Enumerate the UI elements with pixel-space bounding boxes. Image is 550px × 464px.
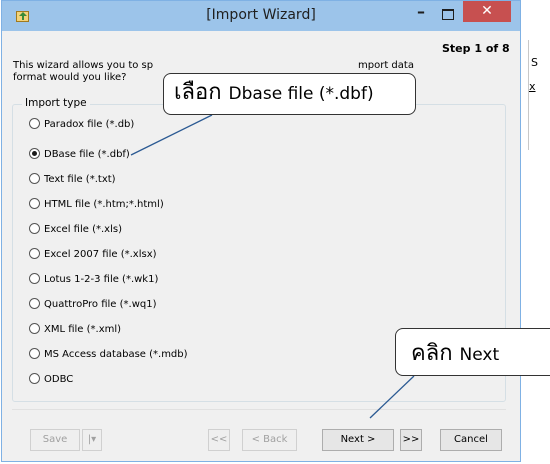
option-excel-2007[interactable]: Excel 2007 file (*.xlsx) (29, 247, 157, 263)
intro-line-1: This wizard allows you to sp (13, 60, 154, 71)
option-label: Excel 2007 file (*.xlsx) (44, 249, 157, 260)
close-button[interactable]: ✕ (463, 1, 511, 22)
step-indicator: Step 1 of 8 (442, 42, 510, 55)
option-label: HTML file (*.htm;*.html) (44, 199, 164, 210)
import-type-label: Import type (22, 97, 90, 109)
callout-select-dbase: เลือก Dbase file (*.dbf) (163, 73, 416, 115)
callout-select-thai: เลือก (174, 80, 222, 105)
option-paradox[interactable]: Paradox file (*.db) (29, 117, 134, 133)
option-label: DBase file (*.dbf) (44, 149, 130, 160)
option-xml[interactable]: XML file (*.xml) (29, 322, 121, 338)
option-label: MS Access database (*.mdb) (44, 349, 188, 360)
background-window-text-x: x (529, 80, 536, 93)
option-quattropro[interactable]: QuattroPro file (*.wq1) (29, 297, 157, 313)
button-separator (12, 409, 506, 410)
option-label: Excel file (*.xls) (44, 224, 122, 235)
radio-checked-icon[interactable] (29, 148, 40, 159)
last-step-button[interactable]: >> (400, 429, 422, 451)
back-button[interactable]: < Back (242, 429, 297, 451)
background-window-text-s: S (531, 56, 538, 69)
callout-click-thai: คลิก (411, 341, 453, 366)
intro-text-right: mport data (358, 60, 414, 71)
option-html[interactable]: HTML file (*.htm;*.html) (29, 197, 164, 213)
minimize-button[interactable]: – (408, 3, 434, 25)
maximize-icon (442, 9, 454, 20)
option-label: Lotus 1-2-3 file (*.wk1) (44, 274, 159, 285)
next-button[interactable]: Next > (322, 429, 394, 451)
radio-icon[interactable] (29, 298, 40, 309)
callout-click-next: คลิก Next (395, 328, 550, 376)
option-label: XML file (*.xml) (44, 324, 122, 335)
option-excel[interactable]: Excel file (*.xls) (29, 222, 122, 238)
radio-icon[interactable] (29, 118, 40, 129)
first-step-button[interactable]: << (208, 429, 230, 451)
option-label: Paradox file (*.db) (44, 119, 135, 130)
radio-icon[interactable] (29, 323, 40, 334)
maximize-button[interactable] (434, 3, 460, 25)
import-wizard-window: [Import Wizard] – ✕ Step 1 of 8 This wiz… (1, 0, 521, 462)
option-text[interactable]: Text file (*.txt) (29, 172, 116, 188)
option-lotus[interactable]: Lotus 1-2-3 file (*.wk1) (29, 272, 158, 288)
cancel-button[interactable]: Cancel (440, 429, 502, 451)
radio-icon[interactable] (29, 373, 40, 384)
background-window (520, 0, 550, 464)
option-dbase[interactable]: DBase file (*.dbf) (29, 147, 130, 163)
radio-icon[interactable] (29, 173, 40, 184)
callout-click-target: Next (459, 345, 500, 365)
option-label: Text file (*.txt) (44, 174, 116, 185)
background-window-edge (528, 40, 529, 150)
option-label: QuattroPro file (*.wq1) (44, 299, 157, 310)
radio-icon[interactable] (29, 248, 40, 259)
radio-icon[interactable] (29, 223, 40, 234)
option-label: ODBC (44, 374, 74, 385)
radio-icon[interactable] (29, 198, 40, 209)
radio-icon[interactable] (29, 348, 40, 359)
save-button[interactable]: Save (30, 429, 80, 451)
radio-icon[interactable] (29, 273, 40, 284)
title-bar[interactable]: [Import Wizard] – ✕ (2, 1, 520, 31)
callout-select-target: Dbase file (*.dbf) (228, 84, 374, 104)
option-odbc[interactable]: ODBC (29, 372, 73, 388)
save-dropdown-button[interactable]: |▾ (82, 429, 102, 451)
option-ms-access[interactable]: MS Access database (*.mdb) (29, 347, 188, 363)
